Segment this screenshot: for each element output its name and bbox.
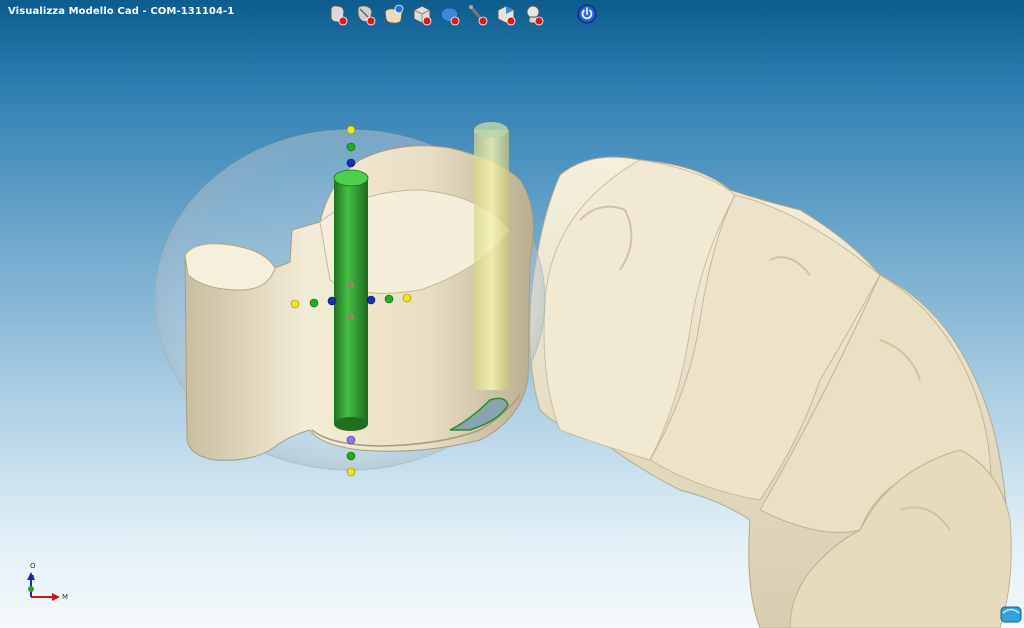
insertion-axis-primary[interactable] — [333, 169, 369, 431]
dental-arch-model[interactable] — [529, 156, 1012, 628]
axis-up-label: O — [30, 562, 36, 570]
view-toggle-icon[interactable] — [1000, 604, 1022, 624]
axis-side-label: B — [30, 574, 35, 582]
insertion-axis-secondary[interactable] — [474, 122, 509, 390]
cad-viewport[interactable] — [0, 0, 1024, 628]
axis-right-label: M — [62, 593, 69, 601]
